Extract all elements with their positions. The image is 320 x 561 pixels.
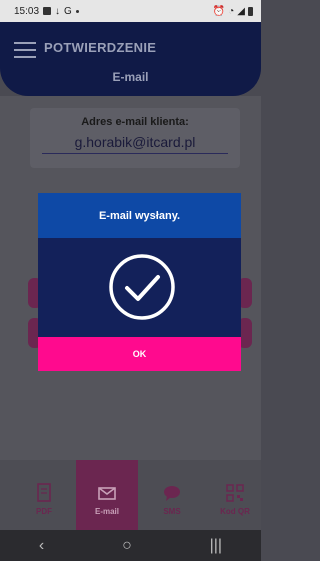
recents-icon[interactable]: ||| bbox=[210, 537, 222, 555]
back-icon[interactable]: ‹ bbox=[39, 537, 44, 555]
app-header: POTWIERDZENIE E-mail bbox=[0, 22, 261, 96]
chat-icon bbox=[164, 486, 180, 501]
ok-button[interactable]: OK bbox=[38, 337, 241, 371]
status-bar: 15:03 ↓ G ⏰ ◔ ◢ bbox=[0, 0, 261, 22]
success-dialog: E-mail wysłany. OK bbox=[38, 193, 241, 371]
status-time: 15:03 bbox=[14, 5, 40, 17]
email-label: Adres e-mail klienta: bbox=[81, 116, 189, 128]
system-nav-bar: ‹ ○ ||| bbox=[0, 530, 261, 561]
email-card: Adres e-mail klienta: g.horabik@itcard.p… bbox=[30, 108, 240, 168]
tab-pdf-label: PDF bbox=[36, 507, 52, 516]
google-icon: G bbox=[64, 5, 72, 17]
tab-pdf[interactable]: PDF bbox=[13, 460, 75, 530]
tab-email-label: E-mail bbox=[94, 507, 119, 516]
page-title: POTWIERDZENIE bbox=[44, 40, 157, 55]
tab-sms[interactable]: SMS bbox=[141, 460, 203, 530]
gallery-icon bbox=[43, 7, 52, 15]
wifi-icon: ◔ bbox=[228, 5, 235, 17]
home-icon[interactable]: ○ bbox=[122, 537, 132, 555]
menu-icon[interactable] bbox=[14, 42, 36, 58]
pdf-icon bbox=[37, 483, 51, 502]
signal-icon: ◢ bbox=[237, 5, 245, 17]
tab-qr-code-label: Kod QR bbox=[220, 507, 250, 516]
qr-code-icon bbox=[226, 484, 244, 502]
download-icon: ↓ bbox=[55, 5, 61, 17]
check-circle-icon bbox=[109, 254, 175, 320]
dialog-title: E-mail wysłany. bbox=[38, 193, 241, 238]
notification-dot-icon bbox=[75, 9, 79, 13]
email-field[interactable]: g.horabik@itcard.pl bbox=[42, 134, 228, 154]
alarm-icon: ⏰ bbox=[212, 5, 226, 17]
page-subtitle: E-mail bbox=[112, 70, 149, 84]
tab-qr-code[interactable]: Kod QR bbox=[204, 460, 266, 530]
tab-email[interactable]: E-mail bbox=[76, 460, 138, 530]
battery-icon bbox=[248, 6, 253, 16]
tab-sms-label: SMS bbox=[163, 507, 181, 516]
envelope-icon bbox=[98, 487, 116, 500]
bottom-tab-bar: PDF E-mail SMS Kod QR bbox=[0, 460, 261, 530]
